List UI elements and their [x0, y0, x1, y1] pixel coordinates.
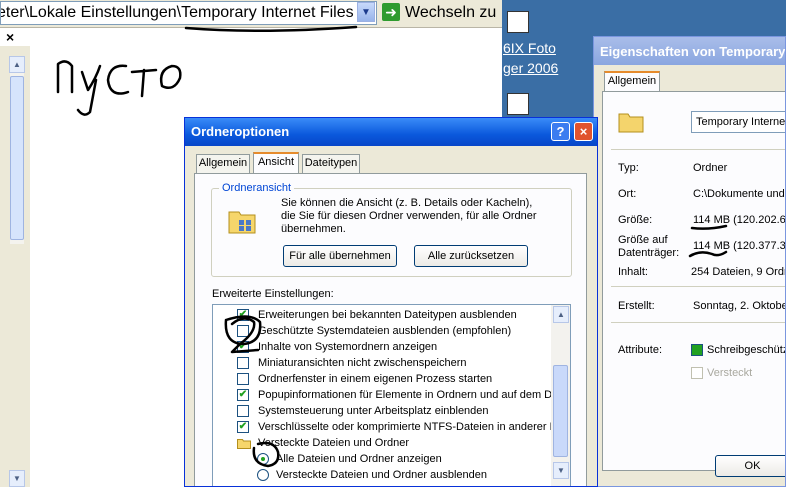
folder-options-titlebar[interactable]: Ordneroptionen [185, 118, 597, 146]
readonly-label: Schreibgeschütz [707, 344, 786, 356]
type-label: Typ: [618, 162, 639, 174]
help-button[interactable]: ? [551, 122, 570, 141]
contents-label: Inhalt: [618, 266, 648, 278]
checkbox[interactable] [237, 373, 249, 385]
go-button-label[interactable]: Wechseln zu [405, 4, 496, 22]
checkbox[interactable] [237, 357, 249, 369]
folder-icon [237, 439, 251, 449]
advanced-scroll-up-button[interactable]: ▲ [553, 306, 569, 323]
hidden-label: Versteckt [707, 367, 753, 379]
location-label: Ort: [618, 188, 637, 200]
readonly-checkbox[interactable] [691, 344, 703, 356]
created-value: Sonntag, 2. Oktobe [693, 300, 786, 312]
properties-titlebar[interactable]: Eigenschaften von Temporary [594, 37, 786, 65]
attributes-label: Attribute: [618, 344, 663, 356]
disk-size-value: 114 MB (120.377.3 [693, 240, 786, 252]
apply-to-all-folders-button[interactable]: Für alle übernehmen [283, 245, 397, 267]
checkbox[interactable] [237, 405, 249, 417]
name-field[interactable]: Temporary Interne [691, 111, 785, 133]
advanced-settings-label: Erweiterte Einstellungen: [212, 288, 334, 300]
desktop-icon-label[interactable]: 6IX Foto [503, 40, 556, 56]
address-path: eter\Lokale Einstellungen\Temporary Inte… [0, 4, 354, 21]
radio-button[interactable] [257, 453, 269, 465]
checkbox[interactable]: ✔ [237, 341, 249, 353]
disk-size-label: Größe auf [618, 234, 668, 246]
advanced-scrollbar-thumb[interactable] [553, 365, 568, 457]
properties-panel: Temporary Interne Typ: Ordner Ort: C:\Do… [602, 91, 786, 471]
folder-view-icon [228, 211, 256, 234]
left-scroll-up-button[interactable]: ▲ [9, 56, 25, 73]
checkbox[interactable]: ✔ [237, 309, 249, 321]
hidden-checkbox[interactable] [691, 367, 703, 379]
divider [611, 286, 785, 287]
tab-ansicht[interactable]: Ansicht [253, 152, 299, 173]
go-arrow-icon[interactable]: ➜ [382, 3, 400, 21]
size-value: 114 MB (120.202.6 [693, 214, 786, 226]
location-value: C:\Dokumente und [693, 188, 785, 200]
address-dropdown-button[interactable]: ▼ [357, 2, 375, 22]
divider [611, 149, 785, 150]
created-label: Erstellt: [618, 300, 655, 312]
advanced-settings-list: ✔ Erweiterungen bei bekannten Dateitypen … [212, 304, 571, 486]
checkbox[interactable] [237, 325, 249, 337]
checkbox[interactable]: ✔ [237, 389, 249, 401]
left-scrollbar-thumb[interactable] [10, 76, 24, 240]
disk-size-label-line2: Datenträger: [618, 247, 680, 259]
tab-allgemein-properties[interactable]: Allgemein [604, 71, 660, 91]
desktop-icon-label-line2[interactable]: ger 2006 [503, 60, 558, 76]
reset-all-folders-button[interactable]: Alle zurücksetzen [414, 245, 528, 267]
close-button[interactable]: × [574, 122, 593, 141]
tab-allgemein[interactable]: Allgemein [196, 154, 250, 173]
tab-dateitypen[interactable]: Dateitypen [302, 154, 360, 173]
folder-options-dialog: Ordneroptionen ? × Allgemein Ansicht Dat… [184, 117, 598, 487]
properties-title: Eigenschaften von Temporary [600, 44, 786, 59]
folder-options-title: Ordneroptionen [191, 124, 290, 139]
folder-icon [618, 113, 644, 133]
radio-button[interactable] [257, 469, 269, 481]
checkbox[interactable]: ✔ [237, 421, 249, 433]
address-input[interactable]: eter\Lokale Einstellungen\Temporary Inte… [0, 1, 377, 25]
divider [611, 322, 785, 323]
folder-view-description: Sie können die Ansicht (z. B. Details od… [281, 197, 537, 235]
size-label: Größe: [618, 214, 653, 226]
contents-value: 254 Dateien, 9 Ordn [691, 266, 786, 278]
ok-button[interactable]: OK [715, 455, 785, 477]
desktop-app-icon-2[interactable] [507, 93, 529, 115]
left-scroll-down-button[interactable]: ▼ [9, 470, 25, 487]
advanced-scroll-down-button[interactable]: ▼ [553, 462, 569, 479]
desktop-app-icon[interactable] [507, 11, 529, 33]
properties-window: Eigenschaften von Temporary Allgemein Te… [593, 36, 786, 487]
close-pane-icon[interactable]: × [6, 29, 14, 45]
type-value: Ordner [693, 162, 728, 174]
folder-view-group-title: Ordneransicht [219, 182, 295, 194]
